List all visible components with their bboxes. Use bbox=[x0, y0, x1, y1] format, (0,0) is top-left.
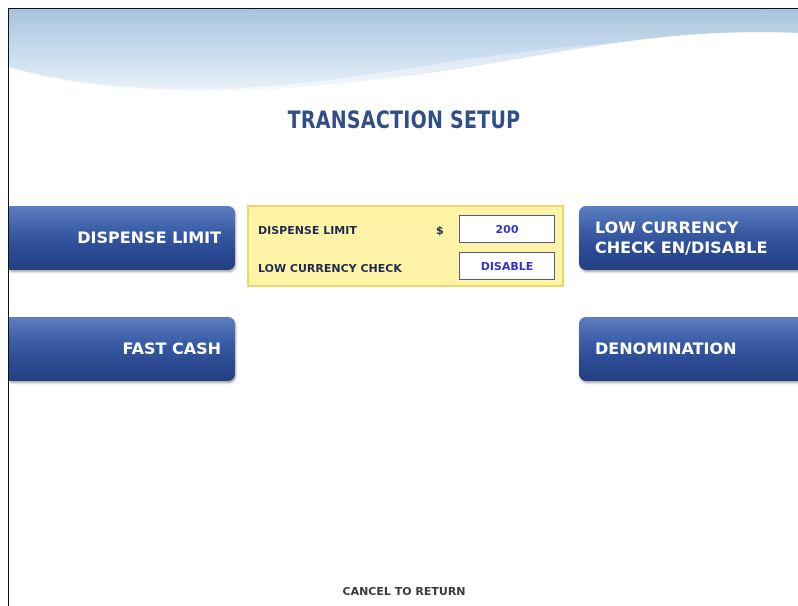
low-currency-line2: CHECK EN/DISABLE bbox=[595, 238, 768, 257]
dispense-limit-field-label: DISPENSE LIMIT bbox=[258, 224, 357, 237]
settings-info-panel: DISPENSE LIMIT $ 200 LOW CURRENCY CHECK … bbox=[247, 205, 564, 287]
low-currency-line1: LOW CURRENCY bbox=[595, 218, 739, 237]
low-currency-check-button-label: LOW CURRENCY CHECK EN/DISABLE bbox=[595, 218, 767, 258]
page-title: TRANSACTION SETUP bbox=[287, 106, 521, 134]
fast-cash-button-label: FAST CASH bbox=[122, 339, 221, 358]
low-currency-check-field-label: LOW CURRENCY CHECK bbox=[258, 262, 402, 275]
denomination-button[interactable]: DENOMINATION bbox=[579, 317, 798, 381]
currency-symbol: $ bbox=[436, 224, 444, 237]
header-wave-graphic bbox=[9, 9, 798, 95]
dispense-limit-button-label: DISPENSE LIMIT bbox=[77, 228, 221, 247]
dispense-limit-button[interactable]: DISPENSE LIMIT bbox=[9, 206, 235, 270]
low-currency-check-button[interactable]: LOW CURRENCY CHECK EN/DISABLE bbox=[579, 206, 798, 270]
atm-screen: TRANSACTION SETUP DISPENSE LIMIT FAST CA… bbox=[8, 8, 798, 606]
cancel-to-return-hint: CANCEL TO RETURN bbox=[342, 585, 466, 598]
low-currency-check-value: DISABLE bbox=[459, 252, 555, 280]
fast-cash-button[interactable]: FAST CASH bbox=[9, 317, 235, 381]
dispense-limit-value: 200 bbox=[459, 215, 555, 243]
denomination-button-label: DENOMINATION bbox=[595, 339, 737, 358]
